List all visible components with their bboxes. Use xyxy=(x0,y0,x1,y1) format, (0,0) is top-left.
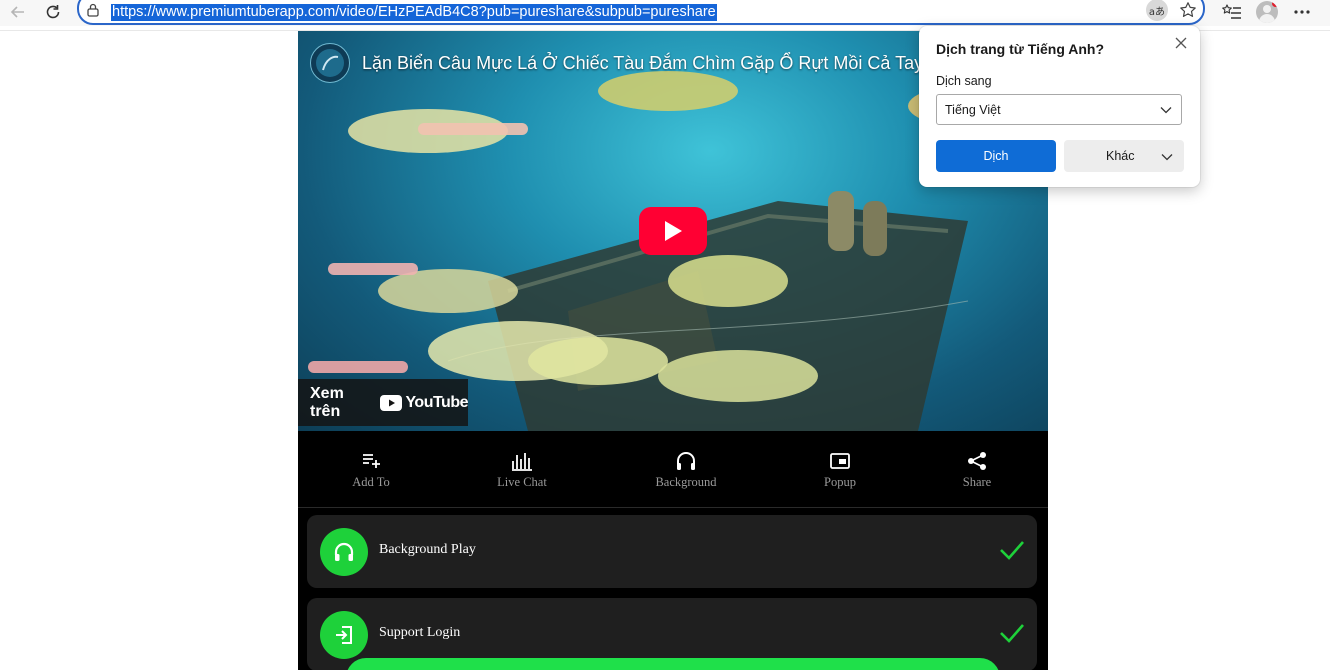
feature-label: Background Play xyxy=(379,542,476,557)
playlist-add-icon xyxy=(363,454,380,468)
browser-toolbar: https://www.premiumtuberapp.com/video/EH… xyxy=(0,0,1330,26)
action-background[interactable]: Background xyxy=(641,451,731,490)
green-action-button[interactable] xyxy=(346,658,1000,670)
address-bar[interactable]: https://www.premiumtuberapp.com/video/EH… xyxy=(77,0,1205,25)
action-label: Live Chat xyxy=(497,475,547,489)
action-add-to[interactable]: Add To xyxy=(326,451,416,490)
check-icon xyxy=(1000,541,1024,560)
headphones-icon xyxy=(677,452,695,470)
picture-in-picture-icon xyxy=(830,453,850,469)
target-language-select[interactable]: Tiếng Việt xyxy=(936,94,1182,125)
youtube-play-icon xyxy=(380,394,403,411)
play-icon xyxy=(665,221,682,241)
action-live-chat[interactable]: Live Chat xyxy=(477,451,567,490)
chevron-down-icon xyxy=(1161,154,1173,161)
check-icon xyxy=(1000,624,1024,643)
lock-icon[interactable] xyxy=(87,3,99,22)
more-menu-icon[interactable] xyxy=(1288,0,1316,24)
action-popup[interactable]: Popup xyxy=(795,451,885,490)
channel-avatar[interactable] xyxy=(310,43,350,83)
bar-chart-icon xyxy=(512,453,532,471)
youtube-wordmark: YouTube xyxy=(405,393,468,411)
action-label: Share xyxy=(962,475,992,489)
back-icon[interactable] xyxy=(6,0,30,24)
translate-button[interactable]: Dịch xyxy=(936,140,1056,172)
play-button[interactable] xyxy=(639,207,707,255)
action-label: Add To xyxy=(352,475,390,489)
action-bar: Add To Live Chat Background Popup Share xyxy=(298,431,1048,508)
headphones-icon xyxy=(320,528,368,576)
profile-avatar[interactable] xyxy=(1253,0,1281,24)
translate-icon[interactable]: aあ xyxy=(1145,0,1169,22)
translate-popup: Dịch trang từ Tiếng Anh? Dịch sang Tiếng… xyxy=(919,26,1200,187)
favorites-list-icon[interactable] xyxy=(1218,0,1246,24)
feature-background-play[interactable]: Background Play xyxy=(307,515,1037,588)
more-options-button[interactable]: Khác xyxy=(1064,140,1184,172)
translate-badge: aあ xyxy=(1146,0,1168,21)
watch-on-label: Xem trên xyxy=(310,384,344,420)
close-icon[interactable] xyxy=(1172,34,1190,52)
feature-label: Support Login xyxy=(379,625,461,640)
popup-title: Dịch trang từ Tiếng Anh? xyxy=(936,41,1105,57)
refresh-icon[interactable] xyxy=(41,0,65,24)
video-title[interactable]: Lặn Biển Câu Mực Lá Ở Chiếc Tàu Đắm Chìm… xyxy=(362,53,950,74)
target-language-value: Tiếng Việt xyxy=(945,103,1001,117)
share-icon xyxy=(968,452,986,470)
url-text[interactable]: https://www.premiumtuberapp.com/video/EH… xyxy=(111,4,717,21)
action-share[interactable]: Share xyxy=(932,451,1022,490)
more-options-label: Khác xyxy=(1106,149,1135,163)
youtube-logo: YouTube xyxy=(380,394,468,412)
watch-on-youtube[interactable]: Xem trên YouTube xyxy=(298,379,468,426)
login-icon xyxy=(320,611,368,659)
notification-dot xyxy=(1272,1,1278,7)
action-label: Popup xyxy=(824,475,856,489)
target-language-label: Dịch sang xyxy=(936,74,992,88)
chevron-down-icon xyxy=(1160,107,1172,114)
favorite-star-icon[interactable] xyxy=(1176,0,1200,22)
video-title-row: Lặn Biển Câu Mực Lá Ở Chiếc Tàu Đắm Chìm… xyxy=(310,43,950,83)
action-label: Background xyxy=(655,475,717,489)
